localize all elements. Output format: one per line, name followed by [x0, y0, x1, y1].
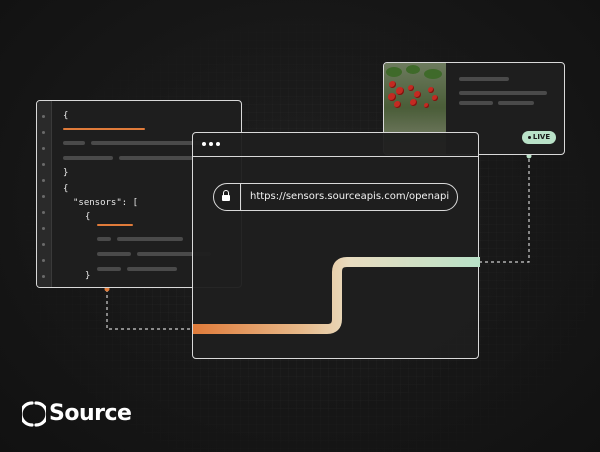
code-highlight-bar — [97, 224, 133, 226]
code-close-brace: } — [63, 168, 69, 178]
code-placeholder-bar — [97, 267, 121, 271]
source-logo-icon — [22, 401, 46, 427]
card-placeholder-bar — [459, 91, 547, 95]
code-gutter — [37, 101, 52, 287]
code-placeholder-bar — [63, 156, 113, 160]
code-placeholder-bar — [97, 237, 111, 241]
code-open-brace: { — [63, 111, 69, 121]
card-placeholder-bar — [459, 77, 509, 81]
code-placeholder-bar — [63, 141, 85, 145]
card-placeholder-bar — [459, 101, 493, 105]
code-to-browser-connector — [106, 289, 194, 330]
code-placeholder-bar — [117, 237, 183, 241]
live-dot-icon — [527, 135, 531, 139]
browser-to-card-connector — [479, 156, 530, 263]
code-sensors-key: "sensors": [ — [73, 198, 139, 208]
code-placeholder-bar — [127, 267, 177, 271]
code-inner-close: } — [85, 271, 91, 281]
card-placeholder-bar — [498, 101, 534, 105]
code-inner-brace: { — [85, 212, 91, 222]
browser-window: https://sensors.sourceapis.com/openapi — [192, 132, 480, 359]
data-flow-line — [193, 257, 480, 334]
brand-name: Source — [49, 401, 132, 426]
code-placeholder-bar — [97, 252, 131, 256]
code-highlight-bar — [63, 128, 145, 130]
live-badge: LIVE — [522, 131, 556, 144]
live-badge-label: LIVE — [532, 133, 551, 141]
code-open-brace-2: { — [63, 184, 69, 194]
